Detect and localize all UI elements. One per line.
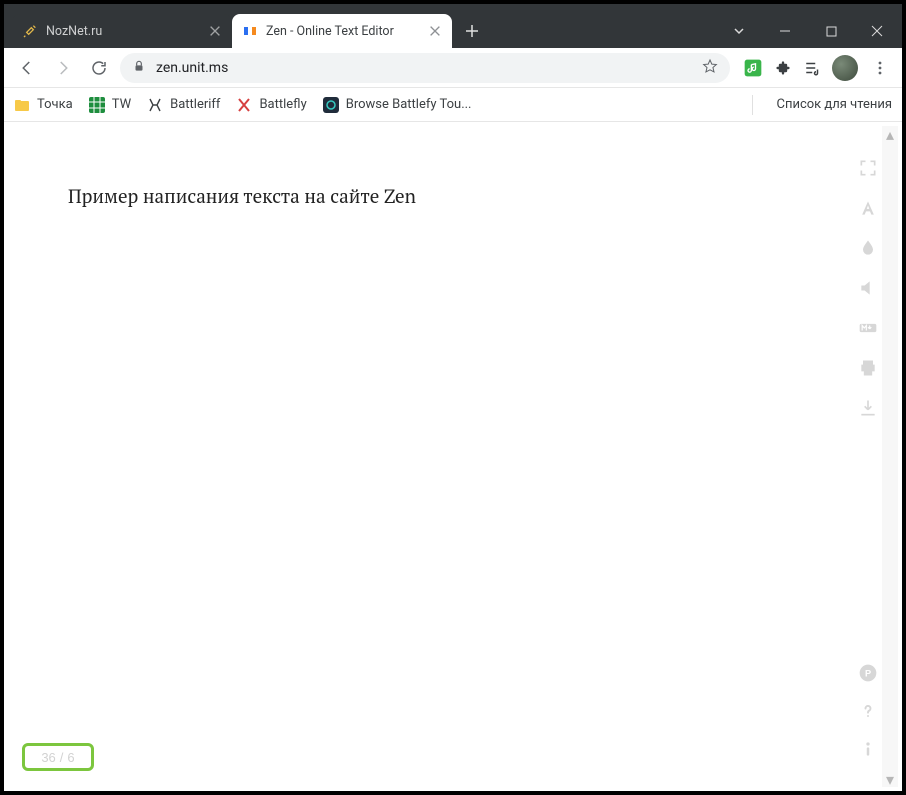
bookmark-label: Battleriff <box>170 97 220 112</box>
help-icon[interactable] <box>856 699 880 723</box>
editor-text[interactable]: Пример написания текста на сайте Zen <box>68 184 416 209</box>
pro-badge-icon[interactable]: P <box>856 661 880 685</box>
profile-avatar[interactable] <box>832 55 858 81</box>
battleriff-icon <box>147 97 163 113</box>
bookmark-label: Browse Battlefy Tou... <box>346 97 472 112</box>
tab-title: NozNet.ru <box>46 24 200 39</box>
window-controls <box>716 14 900 48</box>
scroll-down-arrow-icon[interactable]: ▾ <box>882 771 898 787</box>
url-text: zen.unit.ms <box>156 60 692 76</box>
titlebar: NozNet.ru Zen - Online Text Editor <box>4 4 902 48</box>
bookmark-battleriff[interactable]: Battleriff <box>147 97 220 113</box>
window-tab-dropdown[interactable] <box>716 14 762 48</box>
extension-playlist-icon[interactable] <box>802 57 824 79</box>
editor-toolbar-bottom: P <box>856 661 880 761</box>
tab-noznet[interactable]: NozNet.ru <box>12 14 232 48</box>
page-content: ▴ ▾ Пример написания текста на сайте Zen… <box>8 126 898 787</box>
bookmark-label: TW <box>112 97 131 112</box>
scroll-up-arrow-icon[interactable]: ▴ <box>882 126 898 142</box>
bookmark-star-icon[interactable] <box>702 58 718 78</box>
fullscreen-icon[interactable] <box>856 156 880 180</box>
count-separator: / <box>60 750 64 765</box>
back-button[interactable] <box>12 53 42 83</box>
grid-green-icon <box>89 97 105 113</box>
window-minimize-button[interactable] <box>762 14 808 48</box>
lock-icon <box>132 59 146 77</box>
bookmark-battlefly[interactable]: Battlefly <box>236 97 306 113</box>
battlefly-icon <box>236 97 252 113</box>
drop-icon[interactable] <box>856 236 880 260</box>
vertical-scrollbar[interactable]: ▴ ▾ <box>882 126 898 787</box>
bookmark-label: Точка <box>37 97 73 112</box>
browser-menu-button[interactable] <box>866 54 894 82</box>
zen-favicon-icon <box>242 23 258 39</box>
new-tab-button[interactable] <box>458 17 486 45</box>
tab-zen[interactable]: Zen - Online Text Editor <box>232 14 452 48</box>
extensions-row <box>742 54 894 82</box>
reading-list-label: Список для чтения <box>776 97 892 112</box>
bookmarks-divider <box>752 95 753 115</box>
download-icon[interactable] <box>856 396 880 420</box>
tab-close-icon[interactable] <box>208 24 222 38</box>
extension-music-icon[interactable] <box>742 57 764 79</box>
tab-strip: NozNet.ru Zen - Online Text Editor <box>4 4 716 48</box>
bookmark-battlefy[interactable]: Browse Battlefy Tou... <box>323 97 472 113</box>
font-icon[interactable] <box>856 196 880 220</box>
folder-yellow-icon <box>14 97 30 113</box>
window-maximize-button[interactable] <box>808 14 854 48</box>
battlefy-icon <box>323 97 339 113</box>
bookmarks-bar: Точка TW Battleriff Battlefly Browse Bat… <box>4 88 902 122</box>
window-close-button[interactable] <box>854 14 900 48</box>
char-count: 36 <box>41 750 55 765</box>
svg-text:P: P <box>865 668 871 678</box>
forward-button[interactable] <box>48 53 78 83</box>
wrench-icon <box>22 23 38 39</box>
editor-toolbar-right <box>856 156 880 420</box>
address-bar[interactable]: zen.unit.ms <box>120 53 730 83</box>
bookmark-tochka[interactable]: Точка <box>14 97 73 113</box>
browser-toolbar: zen.unit.ms <box>4 48 902 88</box>
tab-close-icon[interactable] <box>428 24 442 38</box>
markdown-icon[interactable] <box>856 316 880 340</box>
word-char-counter: 36 / 6 <box>22 743 94 771</box>
extensions-puzzle-icon[interactable] <box>772 57 794 79</box>
print-icon[interactable] <box>856 356 880 380</box>
info-icon[interactable] <box>856 737 880 761</box>
bookmark-label: Battlefly <box>259 97 306 112</box>
word-count: 6 <box>67 750 74 765</box>
reading-list-button[interactable]: Список для чтения <box>769 97 892 112</box>
bookmark-tw[interactable]: TW <box>89 97 131 113</box>
sound-icon[interactable] <box>856 276 880 300</box>
reload-button[interactable] <box>84 53 114 83</box>
tab-title: Zen - Online Text Editor <box>266 24 420 39</box>
